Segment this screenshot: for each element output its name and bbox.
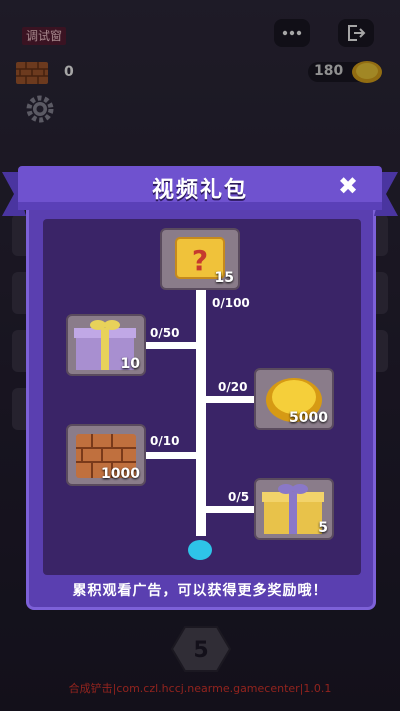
reward-progress: 0/10 [150, 434, 180, 448]
reward-card-bricks: 1000 [66, 424, 146, 486]
reward-count: 1000 [101, 466, 140, 482]
reward-progress: 0/100 [212, 296, 250, 310]
reward-progress: 0/50 [150, 326, 180, 340]
close-icon: ✖ [337, 172, 359, 200]
reward-card-gold-coin: 5000 [254, 368, 334, 430]
reward-count: 10 [120, 356, 140, 372]
reward-progress: 0/20 [218, 380, 248, 394]
reward-tree-branch [204, 506, 256, 513]
reward-progress: 0/5 [228, 490, 250, 504]
reward-tree-branch [204, 396, 256, 403]
reward-count: 15 [214, 270, 234, 286]
close-button[interactable]: ✖ [334, 172, 362, 200]
reward-card-mystery-box: ? 15 [160, 228, 240, 290]
reward-tree-branch [146, 452, 198, 459]
progress-start-node [188, 540, 212, 560]
reward-card-gift-box: 5 [254, 478, 334, 540]
modal-hint-text: 累积观看广告，可以获得更多奖励哦！ [72, 583, 328, 599]
reward-count: 5 [318, 520, 328, 536]
reward-count: 5000 [289, 410, 328, 426]
reward-tree-trunk [196, 286, 206, 536]
svg-text:?: ? [192, 244, 208, 277]
reward-tree-branch [146, 342, 198, 349]
reward-card-gift-box: 10 [66, 314, 146, 376]
